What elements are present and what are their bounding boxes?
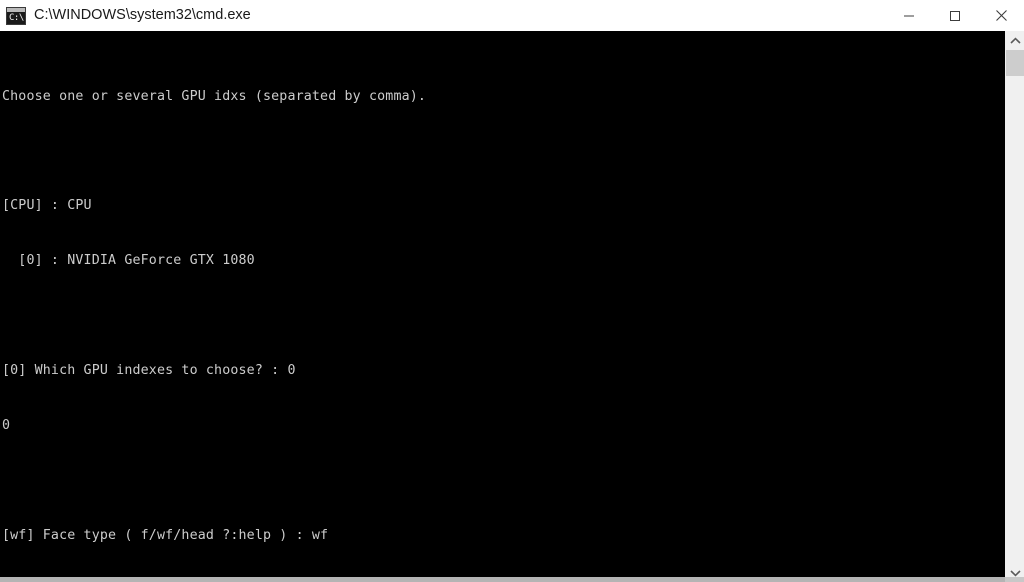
vertical-scrollbar[interactable] [1005, 31, 1024, 582]
console-line: [0] : NVIDIA GeForce GTX 1080 [2, 253, 255, 269]
console-line-prompt: [0] Which GPU indexes to choose? : 0 [2, 363, 296, 379]
minimize-icon [904, 15, 914, 16]
window-bottom-edge [0, 577, 1024, 582]
minimize-button[interactable] [886, 0, 932, 31]
chevron-up-icon [1010, 36, 1021, 44]
window-title: C:\WINDOWS\system32\cmd.exe [34, 7, 251, 23]
console-line: [CPU] : CPU [2, 198, 92, 214]
close-icon [995, 10, 1007, 21]
cmd-console-icon: C:\ [6, 6, 26, 25]
scrollbar-thumb[interactable] [1006, 50, 1024, 76]
maximize-button[interactable] [932, 0, 978, 31]
title-bar[interactable]: C:\ C:\WINDOWS\system32\cmd.exe [0, 0, 1024, 31]
maximize-icon [950, 10, 960, 21]
scrollbar-track[interactable] [1006, 50, 1024, 563]
console-line-answer: 0 [2, 417, 11, 433]
title-bar-drag-region[interactable]: C:\ C:\WINDOWS\system32\cmd.exe [0, 0, 886, 31]
console-line-prompt: [wf] Face type ( f/wf/head ?:help ) : wf [2, 527, 329, 543]
window-controls [886, 0, 1024, 31]
close-button[interactable] [978, 0, 1024, 31]
console-line: Choose one or several GPU idxs (separate… [2, 88, 427, 104]
window-bottom-edge-inner [0, 577, 1005, 582]
console-output-area[interactable]: Choose one or several GPU idxs (separate… [0, 31, 1005, 582]
cmd-window: C:\ C:\WINDOWS\system32\cmd.exe Choose o… [0, 0, 1024, 582]
cmd-console-icon-label: C:\ [9, 12, 24, 23]
client-area: Choose one or several GPU idxs (separate… [0, 31, 1024, 582]
scroll-up-button[interactable] [1006, 31, 1024, 50]
console-text-block: Choose one or several GPU idxs (separate… [0, 31, 426, 582]
chevron-down-icon [1010, 569, 1021, 577]
